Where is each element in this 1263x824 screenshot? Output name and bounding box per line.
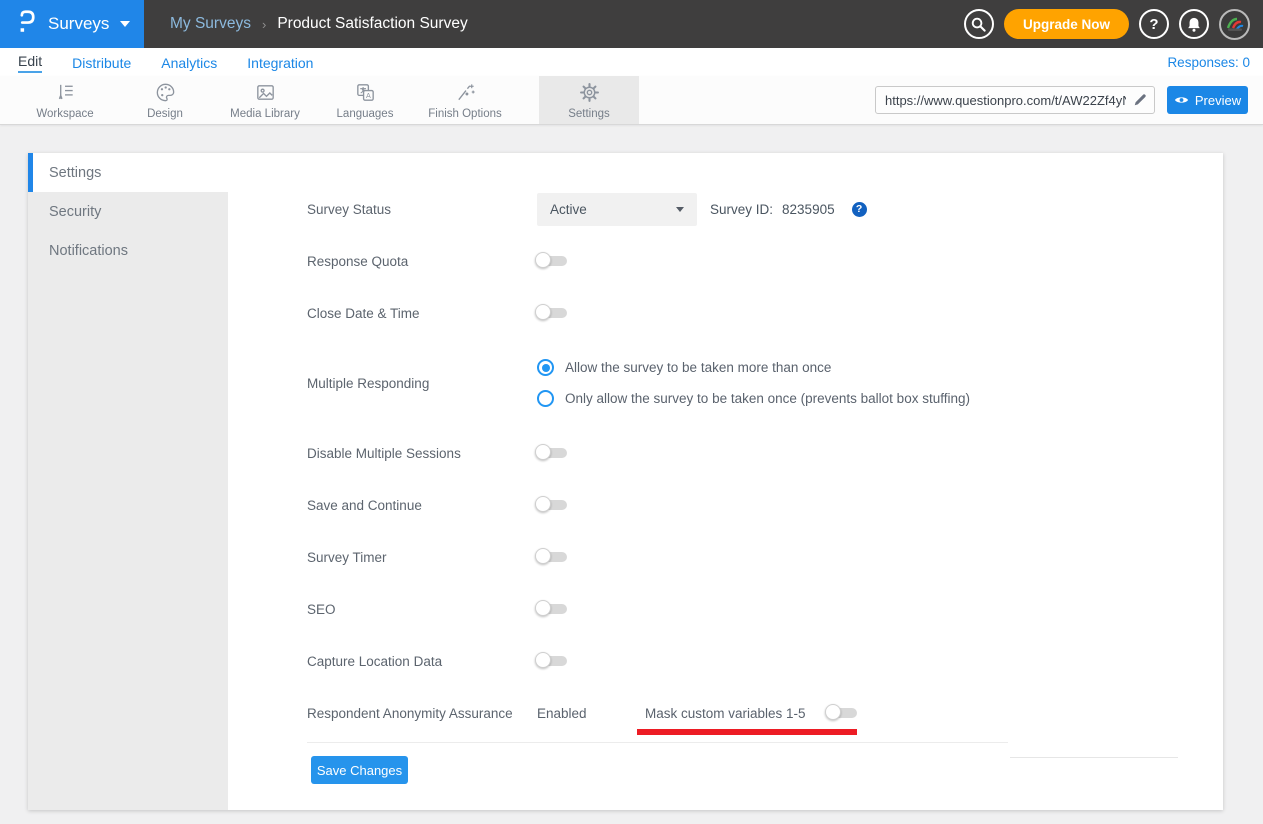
row-respondent-anonymity: Respondent Anonymity Assurance Enabled M… [307, 687, 1223, 739]
search-icon[interactable] [964, 9, 994, 39]
row-multiple-responding: Multiple Responding Allow the survey to … [307, 339, 1223, 427]
edit-url-pencil-icon[interactable] [1126, 87, 1154, 113]
toolbar-item-finish-options[interactable]: Finish Options [415, 76, 515, 124]
survey-url-input[interactable] [876, 93, 1126, 108]
survey-status-help-icon[interactable]: ? [852, 202, 867, 217]
disable-multiple-sessions-toggle[interactable] [537, 448, 567, 458]
toolbar-item-media-library[interactable]: Media Library [215, 76, 315, 124]
upgrade-now-button[interactable]: Upgrade Now [1004, 9, 1129, 39]
toolbar-item-workspace[interactable]: Workspace [15, 76, 115, 124]
tab-analytics[interactable]: Analytics [161, 54, 217, 70]
sidebar-item-security[interactable]: Security [28, 192, 228, 231]
radio-button[interactable] [537, 390, 554, 407]
breadcrumb-my-surveys[interactable]: My Surveys [170, 15, 251, 33]
tab-integration[interactable]: Integration [247, 54, 313, 70]
survey-url-field [875, 86, 1155, 114]
row-response-quota: Response Quota [307, 235, 1223, 287]
breadcrumb-separator: › [262, 17, 266, 32]
multiple-responding-options: Allow the survey to be taken more than o… [537, 359, 970, 407]
sidebar-item-settings[interactable]: Settings [28, 153, 228, 192]
seo-toggle[interactable] [537, 604, 567, 614]
survey-status-value: Active [550, 202, 587, 217]
toggle-knob [535, 496, 551, 512]
toggle-knob [535, 444, 551, 460]
save-changes-button[interactable]: Save Changes [311, 756, 408, 784]
breadcrumb-current-survey: Product Satisfaction Survey [277, 15, 467, 33]
preview-button[interactable]: Preview [1167, 86, 1248, 114]
design-icon [154, 81, 177, 104]
eye-icon [1174, 93, 1189, 108]
chevron-down-icon [120, 21, 130, 27]
breadcrumb: My Surveys › Product Satisfaction Survey [170, 15, 468, 33]
header-actions: Upgrade Now ? [964, 9, 1263, 40]
radio-option-multiple-allowed[interactable]: Allow the survey to be taken more than o… [537, 359, 970, 376]
capture-location-data-toggle[interactable] [537, 656, 567, 666]
red-highlight-underline [637, 729, 857, 735]
edit-toolbar: Workspace Design Media Library A Lan [0, 76, 1263, 125]
row-seo: SEO [307, 583, 1223, 635]
settings-icon [578, 81, 601, 104]
toggle-knob [825, 704, 841, 720]
mask-custom-variables-toggle[interactable] [827, 708, 857, 718]
survey-status-label: Survey Status [307, 202, 537, 217]
survey-timer-toggle[interactable] [537, 552, 567, 562]
chevron-down-icon [676, 207, 684, 212]
media-library-icon [254, 81, 277, 104]
multiple-responding-label: Multiple Responding [307, 376, 537, 391]
mask-custom-variables: Mask custom variables 1-5 [645, 706, 857, 721]
row-disable-multiple-sessions: Disable Multiple Sessions [307, 427, 1223, 479]
responses-count[interactable]: Responses: 0 [1167, 55, 1250, 70]
toolbar-item-design[interactable]: Design [115, 76, 215, 124]
close-date-time-toggle[interactable] [537, 308, 567, 318]
radio-button[interactable] [537, 359, 554, 376]
app-header: Surveys My Surveys › Product Satisfactio… [0, 0, 1263, 48]
toggle-knob [535, 252, 551, 268]
row-save-and-continue: Save and Continue [307, 479, 1223, 531]
toolbar-item-languages[interactable]: A Languages [315, 76, 415, 124]
response-quota-toggle[interactable] [537, 256, 567, 266]
form-divider [307, 742, 1008, 743]
notifications-bell-icon[interactable] [1179, 9, 1209, 39]
help-icon[interactable]: ? [1139, 9, 1169, 39]
toolbar-item-settings[interactable]: Settings [539, 76, 639, 124]
page-body: Settings Security Notifications Survey S… [0, 125, 1263, 810]
save-and-continue-toggle[interactable] [537, 500, 567, 510]
row-survey-status: Survey Status Active Survey ID: 8235905 … [307, 183, 1223, 235]
settings-form: Survey Status Active Survey ID: 8235905 … [228, 153, 1223, 810]
user-avatar[interactable] [1219, 9, 1250, 40]
finish-options-icon [454, 81, 477, 104]
row-capture-location-data: Capture Location Data [307, 635, 1223, 687]
workspace-icon [54, 81, 77, 104]
survey-id-value: 8235905 [782, 202, 835, 217]
product-name: Surveys [48, 14, 109, 34]
settings-panel: Settings Security Notifications Survey S… [28, 153, 1223, 810]
toggle-knob [535, 304, 551, 320]
survey-id: Survey ID: 8235905 [710, 202, 835, 217]
brand-menu[interactable]: Surveys [0, 0, 144, 48]
toggle-knob [535, 600, 551, 616]
tab-distribute[interactable]: Distribute [72, 54, 131, 70]
settings-sidebar: Settings Security Notifications [28, 153, 228, 810]
tab-edit[interactable]: Edit [18, 52, 42, 73]
toggle-knob [535, 652, 551, 668]
svg-text:A: A [365, 91, 370, 99]
survey-nav: Edit Distribute Analytics Integration Re… [0, 48, 1263, 76]
sidebar-item-notifications[interactable]: Notifications [28, 231, 228, 270]
row-close-date-time: Close Date & Time [307, 287, 1223, 339]
anonymity-status: Enabled [537, 706, 645, 721]
survey-status-select[interactable]: Active [537, 193, 697, 226]
toggle-knob [535, 548, 551, 564]
languages-icon: A [354, 81, 377, 104]
mask-custom-variables-label: Mask custom variables 1-5 [645, 706, 806, 721]
row-survey-timer: Survey Timer [307, 531, 1223, 583]
anonymity-label: Respondent Anonymity Assurance [307, 706, 537, 721]
survey-id-label: Survey ID: [710, 202, 773, 217]
questionpro-logo-icon [14, 8, 39, 40]
radio-option-once-only[interactable]: Only allow the survey to be taken once (… [537, 390, 970, 407]
